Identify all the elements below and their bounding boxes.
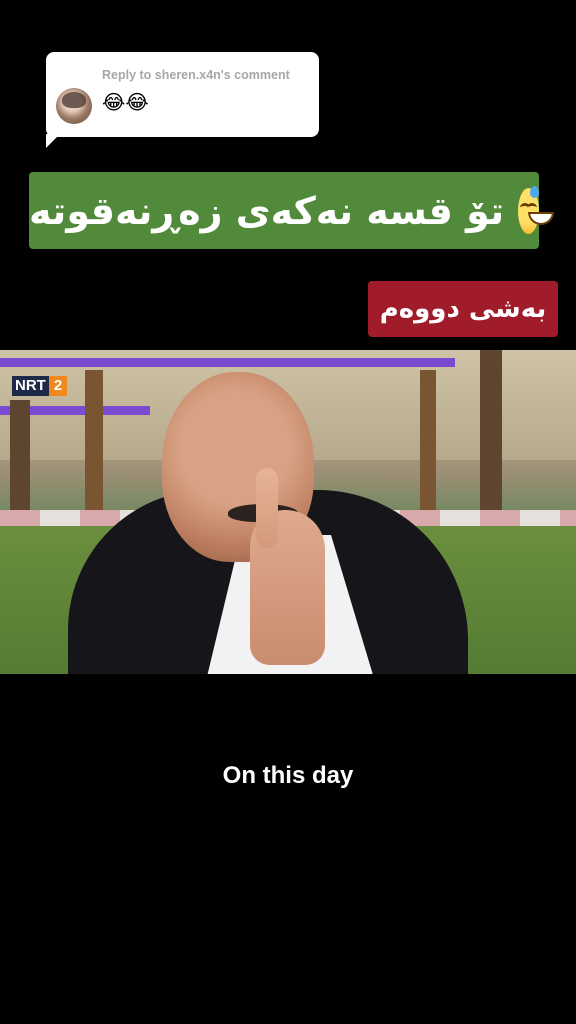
- grinning-sweat-emoji-icon: [518, 185, 555, 234]
- channel-logo: NRT 2: [12, 376, 68, 396]
- background-post: [85, 370, 103, 520]
- background-tree-trunk: [480, 350, 502, 520]
- title-banner: تۆ قسە نەکەی زەڕنەقوتە: [29, 172, 555, 249]
- reply-comment-bubble[interactable]: Reply to sheren.x4n's comment 😂😂: [46, 52, 319, 137]
- channel-logo-number: 2: [48, 376, 68, 396]
- channel-logo-text: NRT: [12, 376, 49, 396]
- background-railing-top: [0, 358, 455, 367]
- title-banner-text: تۆ قسە نەکەی زەڕنەقوتە: [29, 188, 505, 233]
- man-raised-finger: [256, 468, 278, 548]
- commenter-avatar[interactable]: [56, 88, 92, 124]
- reply-bubble-tail: [46, 134, 60, 148]
- reply-comment-text: 😂😂: [102, 90, 149, 114]
- video-frame[interactable]: NRT 2: [0, 350, 576, 674]
- video-caption: On this day: [222, 762, 354, 789]
- part-badge: بەشی دووەم: [368, 281, 558, 337]
- part-badge-text: بەشی دووەم: [379, 294, 547, 324]
- reply-label: Reply to sheren.x4n's comment: [102, 68, 290, 82]
- background-tree-trunk: [10, 400, 30, 520]
- background-post: [420, 370, 436, 520]
